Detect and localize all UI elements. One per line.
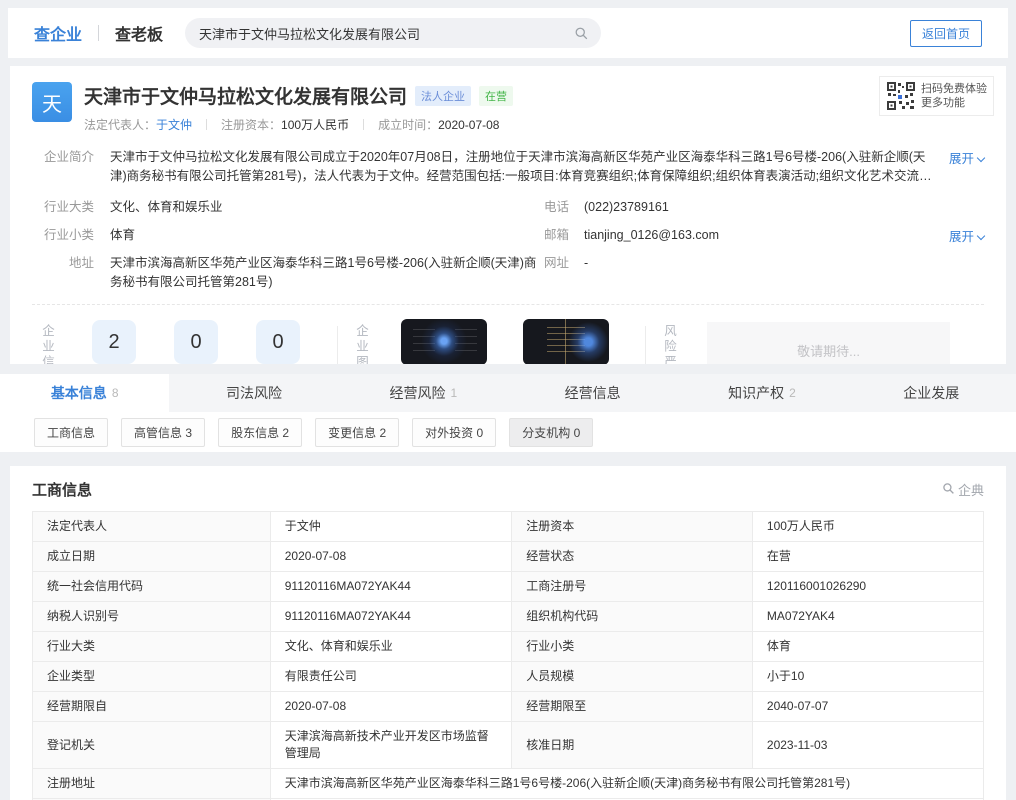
- company-card: 扫码免费体验 更多功能 天 天津市于文仲马拉松文化发展有限公司 法人企业 在营 …: [10, 66, 1006, 364]
- search-bar[interactable]: [185, 18, 601, 48]
- company-info-grid: 行业大类 文化、体育和娱乐业 行业小类 体育 地址 天津市滨海高新区华苑产业区海…: [32, 198, 984, 301]
- table-row: 法定代表人 于文仲 注册资本 100万人民币: [33, 512, 984, 542]
- section-divider: [337, 326, 338, 364]
- founded-label: 成立时间：: [378, 116, 438, 133]
- company-meta: 法定代表人： 于文仲 注册资本： 100万人民币 成立时间： 2020-07-0…: [84, 116, 513, 133]
- chip-shareholders[interactable]: 股东信息 2: [218, 418, 302, 447]
- tab-operating-risk[interactable]: 经营风险1: [339, 374, 508, 412]
- business-info-table: 法定代表人 于文仲 注册资本 100万人民币 成立日期 2020-07-08 经…: [32, 511, 984, 800]
- tab-intellectual-property[interactable]: 知识产权2: [677, 374, 846, 412]
- website-label: 网址: [544, 254, 570, 273]
- enterprise-graph-title: 企业图谱: [352, 323, 371, 364]
- tab-basic-info[interactable]: 基本信息8: [0, 374, 169, 412]
- legal-rep-link[interactable]: 于文仲: [156, 116, 192, 133]
- meta-divider: [206, 119, 207, 130]
- chip-outbound-investment[interactable]: 对外投资 0: [412, 418, 496, 447]
- contact-expand-button[interactable]: 展开: [949, 226, 984, 245]
- table-row: 经营期限自 2020-07-08 经营期限至 2040-07-07: [33, 692, 984, 722]
- profile-expand-button[interactable]: 展开: [949, 148, 984, 186]
- main-tabs: 基本信息8 司法风险 经营风险1 经营信息 知识产权2 企业发展: [0, 374, 1016, 412]
- meta-divider: [363, 119, 364, 130]
- qidian-tool-link[interactable]: 企典: [942, 480, 984, 499]
- email-value: tianjing_0126@163.com: [584, 226, 719, 245]
- website-value: -: [584, 254, 588, 273]
- nav-check-enterprise[interactable]: 查企业: [34, 21, 82, 45]
- legal-rep-label: 法定代表人：: [84, 116, 156, 133]
- industry-major-value: 文化、体育和娱乐业: [110, 198, 544, 217]
- section-divider: [645, 326, 646, 364]
- profile-text: 天津市于文仲马拉松文化发展有限公司成立于2020年07月08日，注册地位于天津市…: [110, 148, 935, 186]
- industry-minor-label: 行业小类: [32, 226, 94, 245]
- company-header: 天 天津市于文仲马拉松文化发展有限公司 法人企业 在营 法定代表人： 于文仲 注…: [32, 82, 984, 133]
- company-profile-row: 企业简介 天津市于文仲马拉松文化发展有限公司成立于2020年07月08日，注册地…: [32, 148, 984, 186]
- stat-financing[interactable]: 0 融资历程: [253, 320, 303, 364]
- table-row: 行业大类 文化、体育和娱乐业 行业小类 体育: [33, 632, 984, 662]
- search-input[interactable]: [199, 26, 574, 41]
- chevron-down-icon: [977, 154, 985, 162]
- nav-check-boss[interactable]: 查老板: [115, 21, 163, 45]
- overview-strip: 企业信息 2 股东人员 0 产品品牌 0 融资历程 企业图谱 企业架构: [32, 305, 984, 364]
- stat-shareholders[interactable]: 2 股东人员: [89, 320, 139, 364]
- table-row: 统一社会信用代码 91120116MA072YAK44 工商注册号 120116…: [33, 572, 984, 602]
- founded-value: 2020-07-08: [438, 118, 499, 132]
- legal-rep-link[interactable]: 于文仲: [270, 512, 512, 542]
- chip-branches[interactable]: 分支机构 0: [509, 418, 593, 447]
- company-avatar: 天: [32, 82, 72, 122]
- table-row: 登记机关 天津滨海高新技术产业开发区市场监督管理局 核准日期 2023-11-0…: [33, 722, 984, 769]
- qr-promo[interactable]: 扫码免费体验 更多功能: [879, 76, 994, 116]
- risk-check-title: 风险严查: [660, 323, 679, 364]
- phone-value: (022)23789161: [584, 198, 669, 217]
- industry-minor-value: 体育: [110, 226, 544, 245]
- table-row: 成立日期 2020-07-08 经营状态 在营: [33, 542, 984, 572]
- actual-controller-card[interactable]: 实际控制人: [523, 319, 609, 364]
- stat-brands[interactable]: 0 产品品牌: [171, 320, 221, 364]
- business-info-title: 工商信息: [32, 479, 92, 500]
- chip-business-registration[interactable]: 工商信息: [34, 418, 108, 447]
- address-label: 地址: [32, 254, 94, 292]
- sub-section-chips: 工商信息 高管信息 3 股东信息 2 变更信息 2 对外投资 0 分支机构 0: [0, 412, 1016, 452]
- table-row: 企业类型 有限责任公司 人员规模 小于10: [33, 662, 984, 692]
- status-badge: 在营: [479, 86, 513, 106]
- table-row: 注册地址 天津市滨海高新区华苑产业区海泰华科三路1号6号楼-206(入驻新企顺(…: [33, 769, 984, 799]
- industry-major-label: 行业大类: [32, 198, 94, 217]
- qr-promo-text: 扫码免费体验 更多功能: [921, 82, 987, 110]
- magnifier-icon: [942, 482, 955, 498]
- org-structure-thumbnail: [401, 319, 487, 364]
- phone-label: 电话: [544, 198, 570, 217]
- chip-executives[interactable]: 高管信息 3: [121, 418, 205, 447]
- tab-enterprise-development[interactable]: 企业发展: [847, 374, 1016, 412]
- actual-controller-thumbnail: [523, 319, 609, 364]
- business-info-card: 工商信息 企典 法定代表人 于文仲 注册资本 100万人民币 成立日期 2020…: [10, 466, 1006, 800]
- legal-entity-badge: 法人企业: [415, 86, 471, 106]
- capital-value: 100万人民币: [281, 116, 349, 133]
- top-bar: 查企业 查老板 返回首页: [8, 8, 1008, 58]
- profile-label: 企业简介: [32, 148, 94, 186]
- enterprise-info-title: 企业信息: [38, 323, 57, 364]
- coming-soon-placeholder: 敬请期待...: [707, 322, 950, 364]
- back-home-button[interactable]: 返回首页: [910, 20, 982, 47]
- table-row: 纳税人识别号 91120116MA072YAK44 组织机构代码 MA072YA…: [33, 602, 984, 632]
- email-label: 邮箱: [544, 226, 570, 245]
- chip-changes[interactable]: 变更信息 2: [315, 418, 399, 447]
- search-icon[interactable]: [574, 26, 589, 41]
- org-structure-card[interactable]: 企业架构: [401, 319, 487, 364]
- company-name: 天津市于文仲马拉松文化发展有限公司: [84, 82, 407, 109]
- chevron-down-icon: [977, 232, 985, 240]
- nav-divider: [98, 25, 99, 41]
- capital-label: 注册资本：: [221, 116, 281, 133]
- address-value: 天津市滨海高新区华苑产业区海泰华科三路1号6号楼-206(入驻新企顺(天津)商务…: [110, 254, 544, 292]
- tab-judicial-risk[interactable]: 司法风险: [169, 374, 338, 412]
- qr-code-image: [886, 81, 916, 111]
- tab-operating-info[interactable]: 经营信息: [508, 374, 677, 412]
